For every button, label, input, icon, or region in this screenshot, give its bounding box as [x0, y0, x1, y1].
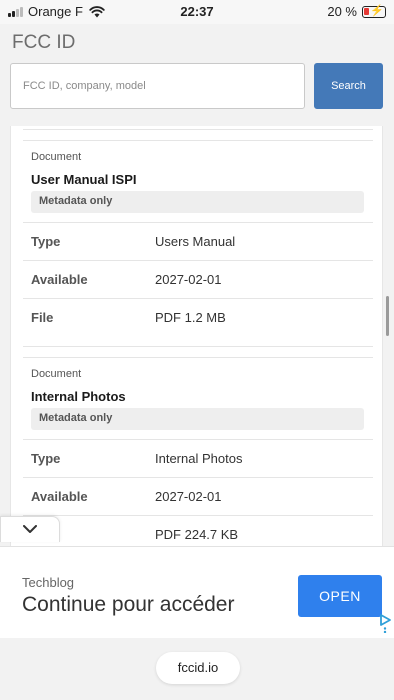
ad-banner[interactable]: Techblog Continue pour accéder OPEN	[0, 546, 394, 638]
chevron-down-icon	[23, 525, 37, 533]
file-link[interactable]: PDF 224.7 KB	[155, 527, 238, 542]
signal-icon	[8, 6, 23, 17]
detail-row-type: Type Internal Photos	[23, 439, 373, 477]
search-input[interactable]	[10, 63, 305, 109]
site-logo[interactable]: FCC ID	[12, 32, 75, 54]
collapse-ad-tab[interactable]	[0, 516, 60, 542]
document-label: Document	[31, 151, 82, 163]
document-label: Document	[31, 368, 82, 380]
file-link[interactable]: PDF 1.2 MB	[155, 310, 226, 325]
metadata-badge: Metadata only	[31, 191, 364, 213]
site-header: FCC ID Search	[0, 24, 394, 126]
documents-panel: Document User Manual ISPI Metadata only …	[10, 126, 383, 546]
row-value: 2027-02-01	[155, 489, 222, 504]
ad-open-button[interactable]: OPEN	[298, 575, 382, 617]
battery-percent: 20 %	[327, 4, 357, 19]
adchoices-icon[interactable]	[378, 613, 392, 633]
scrollbar-thumb[interactable]	[386, 296, 389, 336]
browser-bottom-bar: fccid.io	[0, 638, 394, 700]
carrier-name: Orange F	[28, 4, 83, 19]
row-value: 2027-02-01	[155, 272, 222, 287]
search-button[interactable]: Search	[314, 63, 383, 109]
divider	[23, 357, 373, 358]
battery-icon: ⚡	[362, 5, 386, 18]
divider	[23, 129, 373, 130]
status-right: 20 % ⚡	[327, 4, 386, 19]
metadata-badge: Metadata only	[31, 408, 364, 430]
detail-row-type: Type Users Manual	[23, 222, 373, 260]
document-title[interactable]: Internal Photos	[31, 389, 126, 404]
row-key: Available	[31, 489, 88, 504]
detail-row-available: Available 2027-02-01	[23, 260, 373, 298]
row-key: Available	[31, 272, 88, 287]
row-key: Type	[31, 234, 61, 249]
row-key: Type	[31, 451, 61, 466]
wifi-icon	[89, 5, 105, 17]
row-value: Internal Photos	[155, 451, 243, 466]
divider	[23, 346, 373, 347]
row-key: File	[31, 310, 54, 325]
status-bar: Orange F 22:37 20 % ⚡	[0, 0, 394, 24]
status-left: Orange F	[8, 4, 105, 19]
detail-row-file[interactable]: File PDF 224.7 KB	[23, 515, 373, 546]
url-bar[interactable]: fccid.io	[156, 652, 240, 684]
document-title[interactable]: User Manual ISPI	[31, 172, 136, 187]
ad-source: Techblog	[22, 575, 75, 590]
detail-row-file[interactable]: File PDF 1.2 MB	[23, 298, 373, 336]
row-value: Users Manual	[155, 234, 236, 249]
ad-headline[interactable]: Continue pour accéder	[22, 593, 234, 617]
divider	[23, 140, 373, 141]
detail-row-available: Available 2027-02-01	[23, 477, 373, 515]
